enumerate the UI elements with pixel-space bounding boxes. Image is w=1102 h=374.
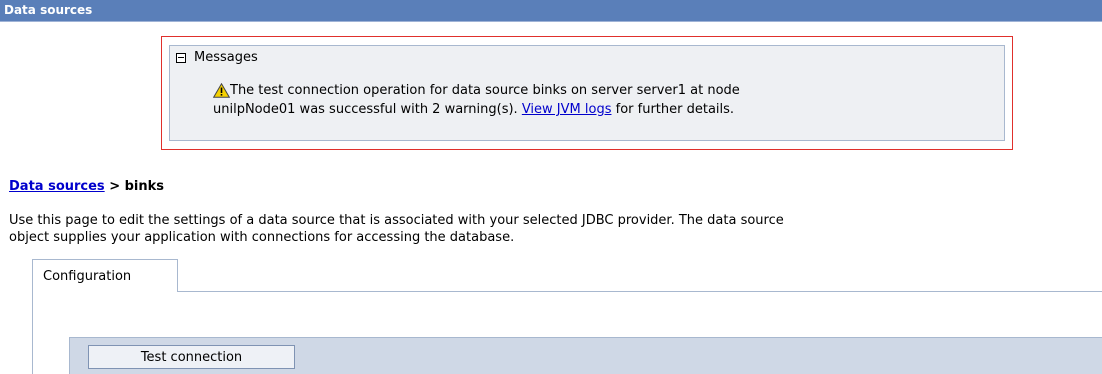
messages-highlight-box: Messages The test connection operation f… [161, 36, 1013, 150]
message-text-line-2: unilpNode01 was successful with 2 warnin… [213, 102, 734, 117]
title-bar: Data sources [0, 0, 1102, 22]
description-line-1: Use this page to edit the settings of a … [9, 213, 784, 228]
tab-bar-divider [178, 291, 1102, 292]
messages-panel: Messages The test connection operation f… [169, 45, 1005, 141]
message-text-line-1: The test connection operation for data s… [230, 83, 740, 98]
view-jvm-logs-link[interactable]: View JVM logs [522, 102, 612, 117]
page-title: Data sources [4, 3, 93, 17]
warning-icon [213, 83, 230, 98]
message-text-prefix: unilpNode01 was successful with 2 warnin… [213, 102, 522, 117]
tab-configuration[interactable]: Configuration [32, 259, 178, 292]
breadcrumb-separator: > [104, 179, 125, 194]
tab-configuration-label: Configuration [43, 269, 132, 284]
description-line-2: object supplies your application with co… [9, 230, 515, 245]
page-description: Use this page to edit the settings of a … [9, 212, 1102, 246]
test-connection-button[interactable]: Test connection [88, 345, 295, 369]
tab-content-border [32, 291, 33, 374]
breadcrumb-link-data-sources[interactable]: Data sources [9, 179, 105, 194]
messages-heading: Messages [194, 50, 258, 65]
breadcrumb-current: binks [124, 179, 165, 194]
breadcrumb: Data sources > binks [9, 179, 164, 194]
message-text-suffix: for further details. [611, 102, 735, 117]
collapse-minus-icon[interactable] [176, 53, 186, 63]
